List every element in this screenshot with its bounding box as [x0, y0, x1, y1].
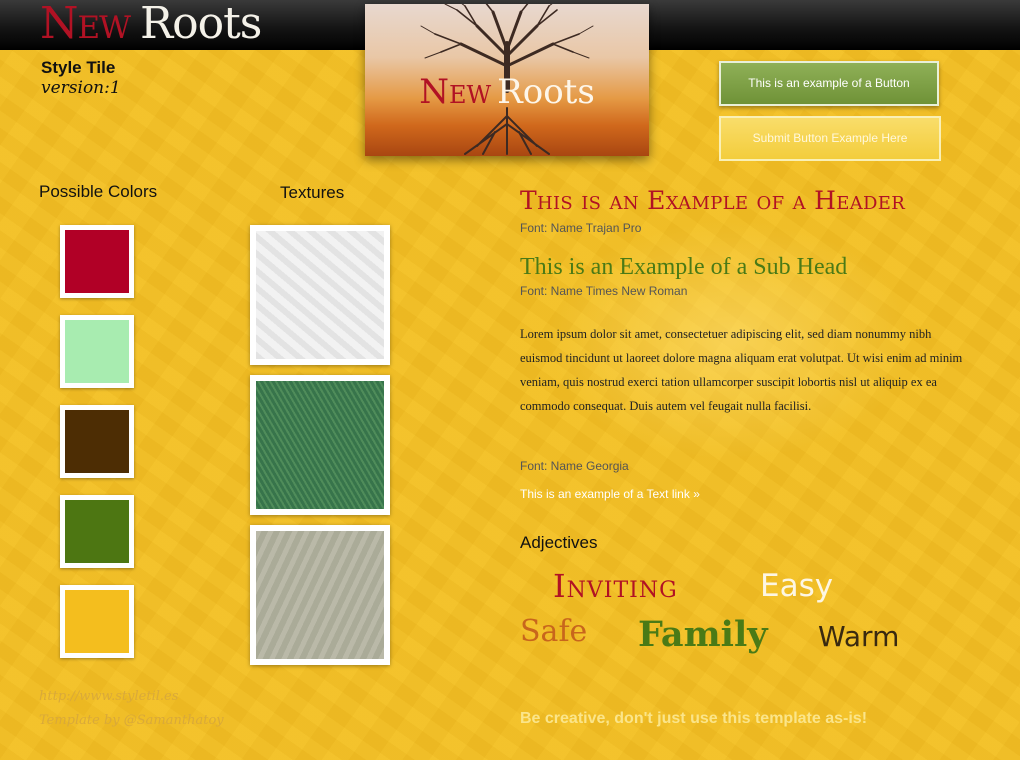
body-font-label: Font: Name Georgia: [520, 459, 629, 473]
color-swatch-fill: [65, 320, 129, 383]
adjectives-title: Adjectives: [520, 533, 598, 552]
color-swatch-fill: [65, 230, 129, 293]
styletile-url-link[interactable]: http://www.styletil.es: [39, 689, 178, 704]
example-button[interactable]: This is an example of a Button: [719, 61, 939, 106]
brand-logo: New Roots: [40, 0, 262, 49]
adjective-family: Family: [638, 614, 768, 655]
logo-word-roots: Roots: [140, 0, 262, 49]
texture-fill-gray: [256, 531, 384, 659]
color-swatch-fill: [65, 410, 129, 473]
color-swatch-fill: [65, 500, 129, 563]
adjective-inviting: Inviting: [553, 567, 678, 605]
color-swatch-red: [60, 225, 134, 298]
color-swatch-gold: [60, 585, 134, 658]
text-link-example[interactable]: This is an example of a Text link »: [520, 487, 700, 501]
color-swatch-fill: [65, 590, 129, 653]
header-font-label: Font: Name Trajan Pro: [520, 221, 642, 235]
hero-logo-text: New Roots: [365, 72, 649, 112]
logo-word-new: New: [40, 0, 131, 49]
texture-fill-green: [256, 381, 384, 509]
adjective-safe: Safe: [520, 614, 588, 649]
texture-swatch-green: [250, 375, 390, 515]
header-example: This is an Example of a Header: [520, 186, 906, 215]
color-swatch-green: [60, 495, 134, 568]
color-swatch-brown: [60, 405, 134, 478]
texture-swatch-gray: [250, 525, 390, 665]
body-text-sample: Lorem ipsum dolor sit amet, consectetuer…: [520, 327, 963, 413]
subhead-font-label: Font: Name Times New Roman: [520, 284, 688, 298]
creative-note: Be creative, don't just use this templat…: [520, 710, 868, 727]
color-swatch-mint: [60, 315, 134, 388]
subhead-example: This is an Example of a Sub Head: [520, 254, 848, 280]
hero-logo-word-roots: Roots: [497, 72, 595, 112]
texture-fill-light: [256, 231, 384, 359]
adjective-easy: Easy: [760, 568, 834, 604]
texture-swatch-light: [250, 225, 390, 365]
version-label: version:1: [41, 78, 121, 98]
template-credit: Template by @Samanthatoy: [39, 713, 224, 728]
textures-title: Textures: [280, 183, 345, 202]
submit-button[interactable]: Submit Button Example Here: [719, 116, 941, 161]
possible-colors-title: Possible Colors: [39, 182, 158, 201]
style-tile-title: Style Tile: [41, 58, 116, 77]
hero-image: New Roots: [365, 4, 649, 156]
hero-logo-word-new: New: [419, 72, 492, 112]
adjective-warm: Warm: [818, 620, 900, 653]
